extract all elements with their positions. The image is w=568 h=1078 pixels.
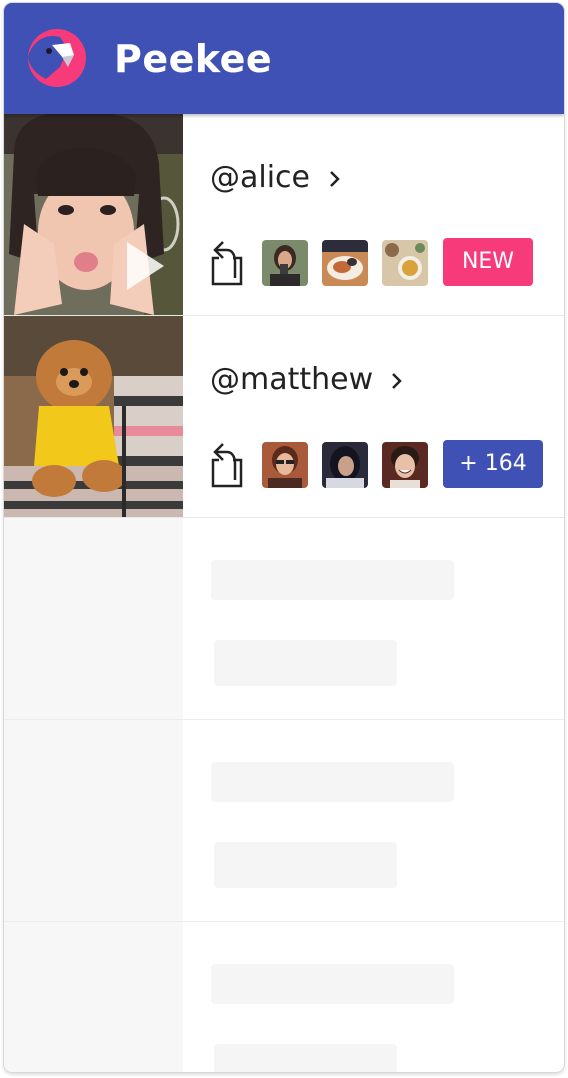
new-badge[interactable]: NEW xyxy=(443,238,533,286)
placeholder-thumbnail xyxy=(4,720,183,921)
woman-glasses-photo xyxy=(262,442,308,488)
placeholder-thumbnail xyxy=(4,922,183,1072)
placeholder-subtitle-bar xyxy=(214,842,397,888)
app-title: Peekee xyxy=(114,37,273,81)
feed-item-matthew[interactable]: @matthew + 164 xyxy=(4,316,564,518)
parrot-logo-icon xyxy=(28,29,86,87)
recipient-avatar[interactable] xyxy=(322,240,368,286)
person-drinking-photo xyxy=(262,240,308,286)
count-badge[interactable]: + 164 xyxy=(443,440,543,488)
placeholder-title-bar xyxy=(211,762,454,802)
photo-thumbnail[interactable] xyxy=(4,316,183,517)
placeholder-title-bar xyxy=(211,964,454,1004)
placeholder-thumbnail xyxy=(4,518,183,719)
app-header: Peekee xyxy=(4,3,564,114)
dark-hair-portrait-photo xyxy=(322,442,368,488)
tea-cups-photo xyxy=(382,240,428,286)
video-thumbnail[interactable] xyxy=(4,114,183,315)
smiling-person-photo xyxy=(382,442,428,488)
chevron-right-icon[interactable] xyxy=(388,368,406,394)
recipient-avatar[interactable] xyxy=(322,442,368,488)
recipient-avatar[interactable] xyxy=(382,442,428,488)
pomeranian-dog-photo xyxy=(4,316,183,517)
placeholder-subtitle-bar xyxy=(214,1044,397,1072)
loading-placeholder-row xyxy=(4,518,564,720)
recipient-avatar[interactable] xyxy=(262,240,308,286)
selfie-photo xyxy=(4,114,183,315)
placeholder-title-bar xyxy=(211,560,454,600)
food-plate-photo xyxy=(322,240,368,286)
app-window: Peekee @alice NEW @matthew + 164 xyxy=(4,3,564,1072)
share-icon[interactable] xyxy=(209,238,245,288)
chevron-right-icon[interactable] xyxy=(326,166,344,192)
loading-placeholder-row xyxy=(4,720,564,922)
username-label[interactable]: @alice xyxy=(210,160,310,195)
loading-placeholder-row xyxy=(4,922,564,1072)
feed-item-alice[interactable]: @alice NEW xyxy=(4,114,564,316)
placeholder-subtitle-bar xyxy=(214,640,397,686)
username-label[interactable]: @matthew xyxy=(210,362,373,397)
recipient-avatar[interactable] xyxy=(262,442,308,488)
recipient-avatar[interactable] xyxy=(382,240,428,286)
share-icon[interactable] xyxy=(209,440,245,490)
